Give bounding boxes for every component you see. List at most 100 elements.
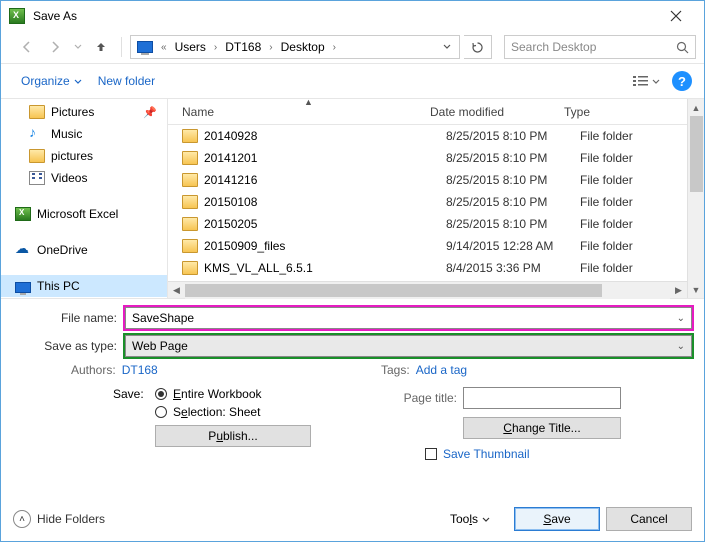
table-row[interactable]: 201501088/25/2015 8:10 PMFile folder <box>168 191 704 213</box>
table-row[interactable]: 201409288/25/2015 8:10 PMFile folder <box>168 125 704 147</box>
table-row[interactable]: 201412168/25/2015 8:10 PMFile folder <box>168 169 704 191</box>
folder-icon <box>182 129 198 143</box>
scroll-left-icon[interactable]: ◀ <box>168 282 185 299</box>
tags-label: Tags: <box>381 363 410 377</box>
video-icon <box>29 171 45 185</box>
file-name: KMS_VL_ALL_6.5.1 <box>204 261 446 275</box>
help-button[interactable]: ? <box>672 71 692 91</box>
new-folder-button[interactable]: New folder <box>90 70 163 92</box>
chevron-right-icon[interactable]: › <box>265 42 276 53</box>
scroll-up-icon[interactable]: ▲ <box>688 99 704 116</box>
pc-icon <box>137 41 153 53</box>
horizontal-scrollbar[interactable]: ◀ ▶ <box>168 281 687 298</box>
file-name: 20150108 <box>204 195 446 209</box>
refresh-button[interactable] <box>464 35 492 59</box>
pc-icon <box>15 282 31 293</box>
save-thumbnail-checkbox[interactable] <box>425 448 437 460</box>
save-type-label: Save as type: <box>13 339 125 353</box>
breadcrumb-seg-users[interactable]: Users <box>171 40 210 54</box>
close-button[interactable] <box>656 6 696 26</box>
recent-dropdown[interactable] <box>71 35 85 59</box>
save-button[interactable]: Save <box>514 507 600 531</box>
file-name: 20150909_files <box>204 239 446 253</box>
col-type-header[interactable]: Type <box>564 105 690 119</box>
back-button[interactable] <box>15 35 39 59</box>
scroll-thumb-v[interactable] <box>690 116 703 192</box>
filename-label: File name: <box>13 311 125 325</box>
folder-icon <box>182 173 198 187</box>
authors-value[interactable]: DT168 <box>122 363 158 377</box>
sidebar-item-onedrive[interactable]: OneDrive <box>1 239 167 261</box>
file-list-body[interactable]: 201409288/25/2015 8:10 PMFile folder2014… <box>168 125 704 281</box>
publish-button[interactable]: Publish... <box>155 425 311 447</box>
radio-selection-label: Selection: Sheet <box>173 405 260 419</box>
file-date: 8/4/2015 3:36 PM <box>446 261 580 275</box>
search-icon <box>676 41 689 54</box>
filename-input[interactable]: SaveShape ⌄ <box>125 307 692 329</box>
address-dropdown-icon[interactable] <box>437 44 457 50</box>
table-row[interactable]: KMS_VL_ALL_6.5.18/4/2015 3:36 PMFile fol… <box>168 257 704 279</box>
chevron-right-icon[interactable]: › <box>329 42 340 53</box>
column-headers: ▲ Name Date modified Type S <box>168 99 704 125</box>
file-type: File folder <box>580 151 633 165</box>
file-name: 20150205 <box>204 217 446 231</box>
vertical-scrollbar[interactable]: ▲ ▼ <box>687 99 704 298</box>
sidebar-item-excel[interactable]: Microsoft Excel <box>1 203 167 225</box>
search-input[interactable]: Search Desktop <box>504 35 696 59</box>
sidebar-item-thispc[interactable]: This PC <box>1 275 167 297</box>
col-date-header[interactable]: Date modified <box>430 105 564 119</box>
sort-asc-icon: ▲ <box>304 97 313 107</box>
breadcrumb-seg-desktop[interactable]: Desktop <box>277 40 329 54</box>
sidebar-item-music[interactable]: Music <box>1 123 167 145</box>
organize-button[interactable]: Organize <box>13 70 90 92</box>
breadcrumb-seg-dt168[interactable]: DT168 <box>221 40 265 54</box>
table-row[interactable]: 20150909_files9/14/2015 12:28 AMFile fol… <box>168 235 704 257</box>
music-icon <box>29 127 45 141</box>
page-title-input[interactable] <box>463 387 621 409</box>
address-bar[interactable]: « Users › DT168 › Desktop › <box>130 35 460 59</box>
file-name: 20141201 <box>204 151 446 165</box>
separator <box>121 37 122 57</box>
nav-row: « Users › DT168 › Desktop › Search Deskt… <box>1 31 704 63</box>
sidebar-item-pictures[interactable]: Pictures📌 <box>1 101 167 123</box>
sidebar-item-videos[interactable]: Videos <box>1 167 167 189</box>
cancel-button[interactable]: Cancel <box>606 507 692 531</box>
chevron-down-icon <box>482 517 490 522</box>
scroll-thumb-h[interactable] <box>185 284 602 297</box>
table-row[interactable]: 201412018/25/2015 8:10 PMFile folder <box>168 147 704 169</box>
hide-folders-button[interactable]: ˄ Hide Folders <box>13 510 105 528</box>
file-date: 8/25/2015 8:10 PM <box>446 195 580 209</box>
folder-tree[interactable]: Pictures📌 Music pictures Videos Microsof… <box>1 99 167 298</box>
folder-icon <box>182 261 198 275</box>
save-thumbnail-label[interactable]: Save Thumbnail <box>443 447 530 461</box>
file-name: 20141216 <box>204 173 446 187</box>
folder-icon <box>29 105 45 119</box>
tags-value[interactable]: Add a tag <box>416 363 467 377</box>
file-date: 8/25/2015 8:10 PM <box>446 151 580 165</box>
radio-entire-workbook[interactable] <box>155 388 167 400</box>
chevron-down-icon <box>74 79 82 84</box>
scroll-down-icon[interactable]: ▼ <box>688 281 704 298</box>
search-placeholder: Search Desktop <box>511 40 596 54</box>
chevron-down-icon <box>652 79 660 84</box>
table-row[interactable]: 201502058/25/2015 8:10 PMFile folder <box>168 213 704 235</box>
chevron-down-icon[interactable]: ⌄ <box>677 313 685 324</box>
history-chev-icon[interactable]: « <box>157 42 171 53</box>
file-date: 8/25/2015 8:10 PM <box>446 217 580 231</box>
authors-label: Authors: <box>71 363 116 377</box>
sidebar-item-pictures-lower[interactable]: pictures <box>1 145 167 167</box>
scroll-right-icon[interactable]: ▶ <box>670 282 687 299</box>
forward-button[interactable] <box>43 35 67 59</box>
view-options[interactable] <box>632 74 660 88</box>
folder-icon <box>29 149 45 163</box>
chevron-right-icon[interactable]: › <box>210 42 221 53</box>
file-type: File folder <box>580 239 633 253</box>
change-title-button[interactable]: Change Title... <box>463 417 621 439</box>
toolbar: Organize New folder ? <box>1 63 704 99</box>
tools-menu[interactable]: Tools <box>450 512 490 526</box>
save-type-select[interactable]: Web Page ⌄ <box>125 335 692 357</box>
chevron-down-icon[interactable]: ⌄ <box>677 341 685 352</box>
up-button[interactable] <box>89 35 113 59</box>
file-type: File folder <box>580 217 633 231</box>
radio-selection-sheet[interactable] <box>155 406 167 418</box>
